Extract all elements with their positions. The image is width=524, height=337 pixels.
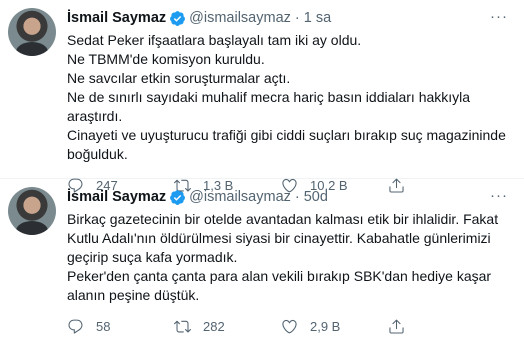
tweet-header: İsmail Saymaz @ismailsaymaz · 50d: [67, 187, 508, 207]
separator-dot: ·: [294, 10, 300, 26]
tweet-line: Ne de sınırlı sayıdaki muhalif mecra har…: [67, 89, 471, 124]
tweet-line: Sedat Peker ifşaatlara başlayalı tam iki…: [67, 32, 362, 48]
like-button[interactable]: 2,9 B: [281, 318, 371, 335]
display-name[interactable]: İsmail Saymaz: [67, 10, 166, 26]
tweet[interactable]: İsmail Saymaz @ismailsaymaz · 1 sa Sedat…: [0, 0, 524, 193]
separator-dot: ·: [294, 189, 300, 205]
share-icon: [389, 319, 404, 334]
verified-badge-icon: [169, 10, 186, 27]
reply-count: 58: [96, 318, 111, 334]
reply-icon: [68, 319, 83, 334]
verified-badge-icon: [169, 189, 186, 206]
handle[interactable]: @ismailsaymaz: [189, 10, 291, 26]
tweet-actions: 58 282 2,9 B: [67, 315, 508, 337]
like-count: 2,9 B: [310, 318, 341, 334]
tweet-line: Peker'den çanta çanta para alan vekili b…: [67, 268, 492, 303]
handle[interactable]: @ismailsaymaz: [189, 189, 291, 205]
tweet-line: Ne savcılar etkin soruşturmalar açtı.: [67, 70, 291, 86]
display-name[interactable]: İsmail Saymaz: [67, 189, 166, 205]
more-icon[interactable]: ···: [490, 8, 508, 25]
tweet-content: İsmail Saymaz @ismailsaymaz · 1 sa Sedat…: [67, 8, 508, 193]
tweet-text: Sedat Peker ifşaatlara başlayalı tam iki…: [67, 31, 508, 164]
avatar[interactable]: [8, 8, 56, 56]
share-button[interactable]: [388, 318, 405, 335]
tweet-text: Birkaç gazetecinin bir otelde avantadan …: [67, 210, 508, 305]
timestamp[interactable]: 1 sa: [304, 10, 331, 26]
retweet-count: 282: [203, 318, 225, 334]
tweet-line: Birkaç gazetecinin bir otelde avantadan …: [67, 211, 499, 265]
avatar[interactable]: [8, 187, 56, 235]
tweet-line: Cinayeti ve uyuşturucu trafiği gibi cidd…: [67, 127, 506, 162]
tweet-line: Ne TBMM'de komisyon kuruldu.: [67, 51, 265, 67]
timestamp[interactable]: 50d: [304, 189, 328, 205]
tweet-header: İsmail Saymaz @ismailsaymaz · 1 sa: [67, 8, 508, 28]
tweet-content: İsmail Saymaz @ismailsaymaz · 50d Birkaç…: [67, 187, 508, 334]
retweet-icon: [174, 320, 191, 332]
more-icon[interactable]: ···: [490, 187, 508, 204]
heart-icon: [282, 319, 297, 333]
tweet[interactable]: İsmail Saymaz @ismailsaymaz · 50d Birkaç…: [0, 179, 524, 334]
retweet-button[interactable]: 282: [174, 318, 264, 335]
reply-button[interactable]: 58: [67, 318, 157, 335]
